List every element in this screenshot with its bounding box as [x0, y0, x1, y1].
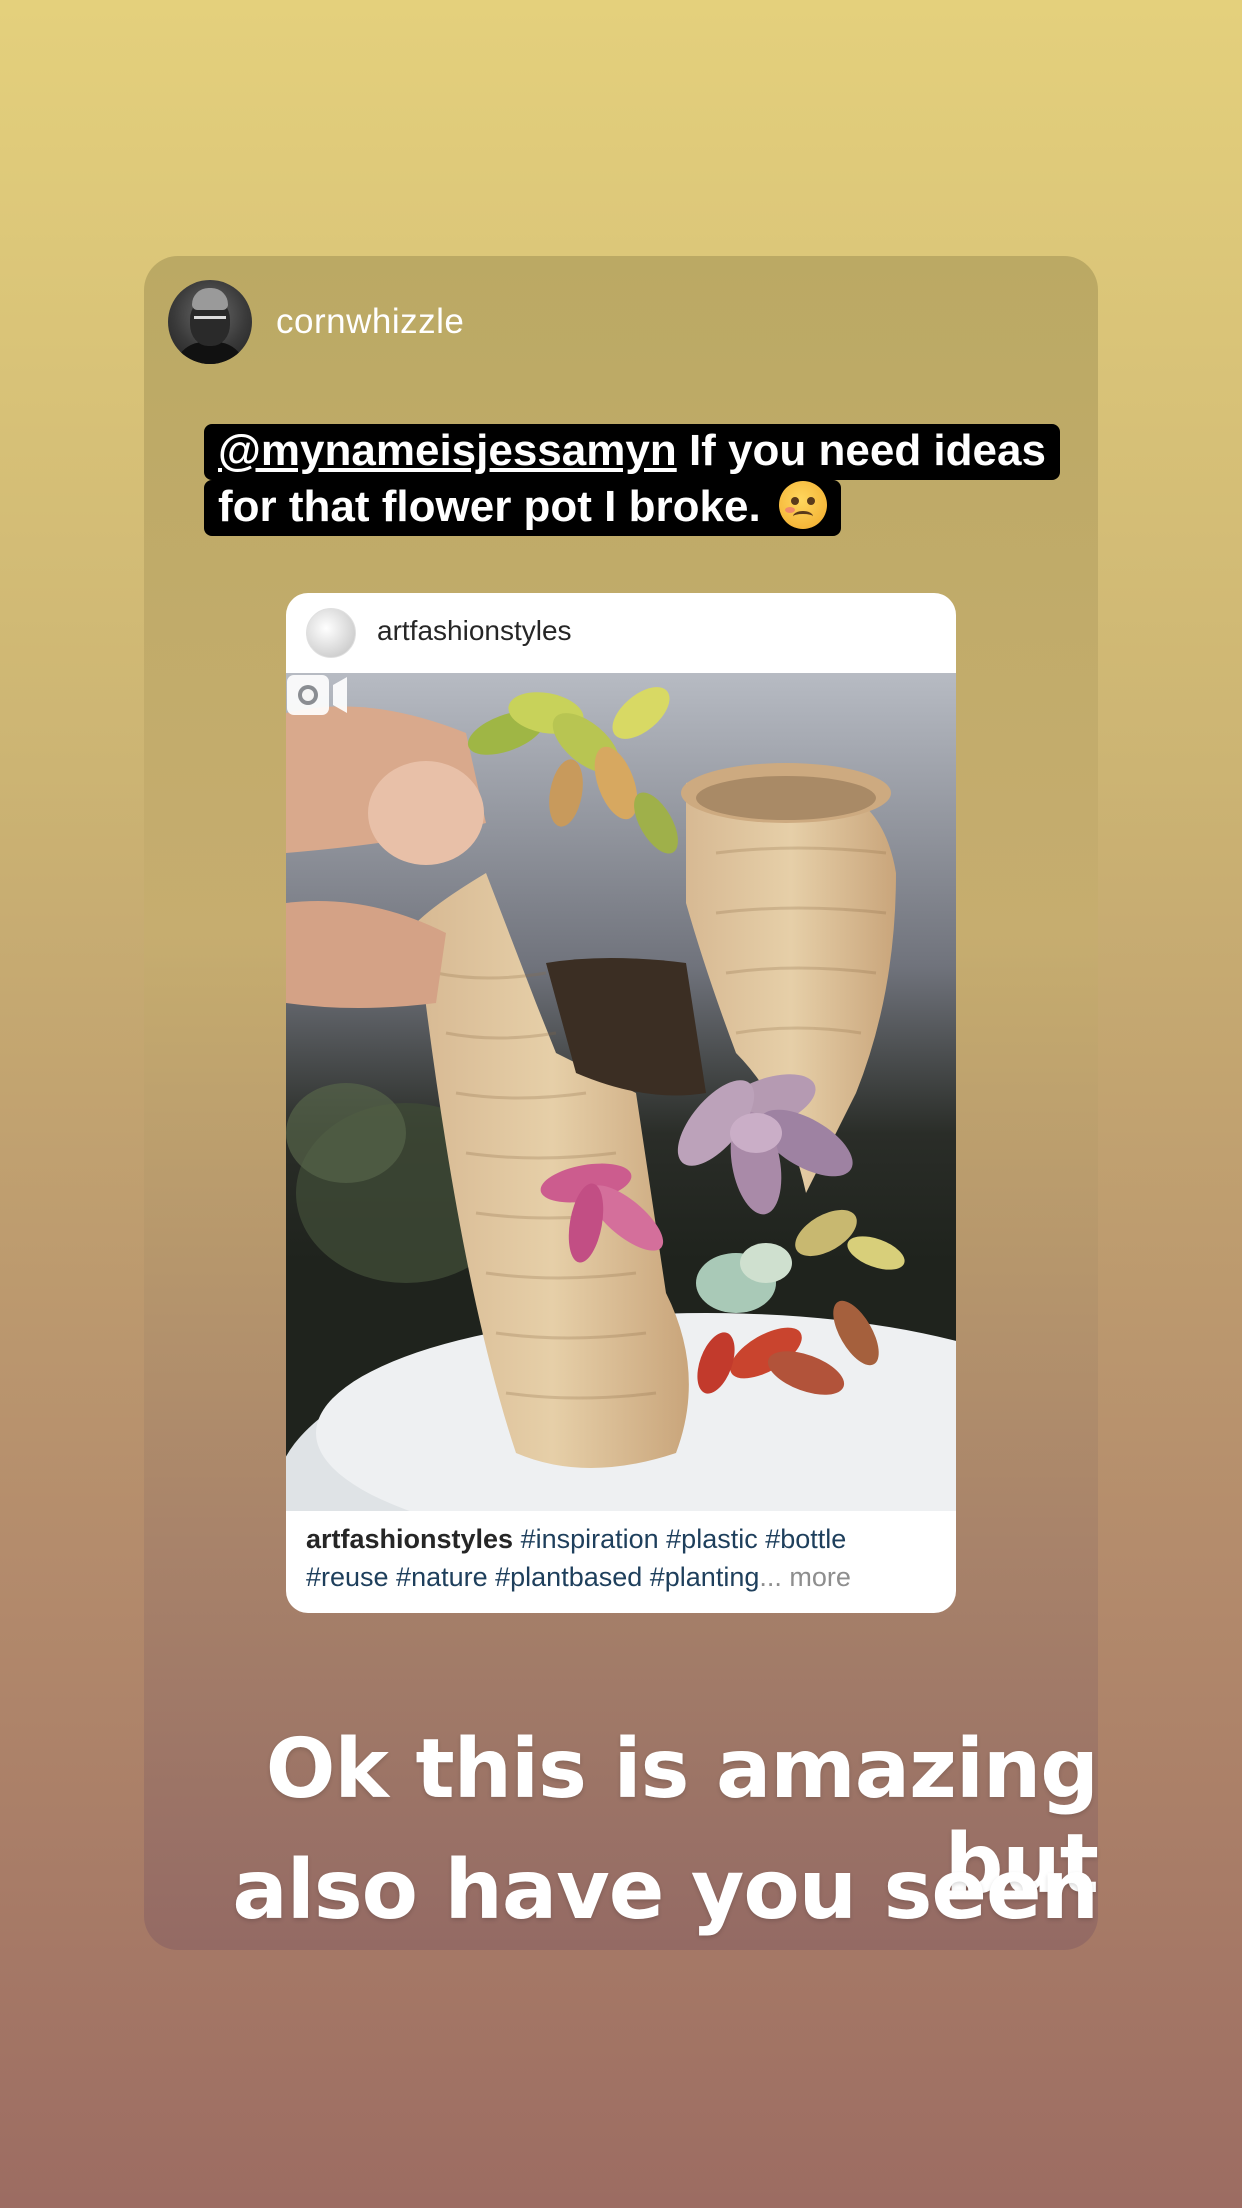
story-caption: @mynameisjessamyn If you need ideas for …: [204, 424, 1064, 536]
caption-line-1: @mynameisjessamyn If you need ideas: [204, 424, 1060, 480]
shared-post-avatar[interactable]: [306, 608, 356, 658]
story-card: cornwhizzle @mynameisjessamyn If you nee…: [144, 256, 1098, 1950]
caption-text-2: for that flower pot I broke.: [218, 482, 761, 531]
mention-link[interactable]: @mynameisjessamyn: [218, 426, 677, 475]
caption-hashtags-2[interactable]: #reuse #nature #plantbased #planting: [306, 1562, 759, 1592]
video-camera-icon: [287, 675, 347, 715]
caption-username[interactable]: artfashionstyles: [306, 1524, 513, 1554]
caption-hashtags-1[interactable]: #inspiration #plastic #bottle: [513, 1524, 847, 1554]
shared-post-header: artfashionstyles: [286, 593, 956, 673]
shared-post-username[interactable]: artfashionstyles: [377, 615, 572, 647]
shared-post-media[interactable]: [286, 673, 956, 1511]
succulent-pot-image: [286, 673, 956, 1511]
caption-ellipsis: ...: [759, 1562, 782, 1592]
woozy-face-icon: [778, 481, 827, 529]
story-author-username[interactable]: cornwhizzle: [276, 302, 464, 342]
shared-post-card[interactable]: artfashionstyles artfashionstyles #inspi…: [286, 593, 956, 1613]
story-author-avatar[interactable]: [168, 280, 252, 364]
more-link[interactable]: more: [782, 1562, 851, 1592]
shared-post-caption: artfashionstyles #inspiration #plastic #…: [306, 1520, 936, 1596]
caption-text-1: If you need ideas: [676, 426, 1046, 475]
caption-line-2: for that flower pot I broke.: [204, 480, 841, 536]
story-overlay-text-line-2: also have you seen: [232, 1843, 1099, 1938]
